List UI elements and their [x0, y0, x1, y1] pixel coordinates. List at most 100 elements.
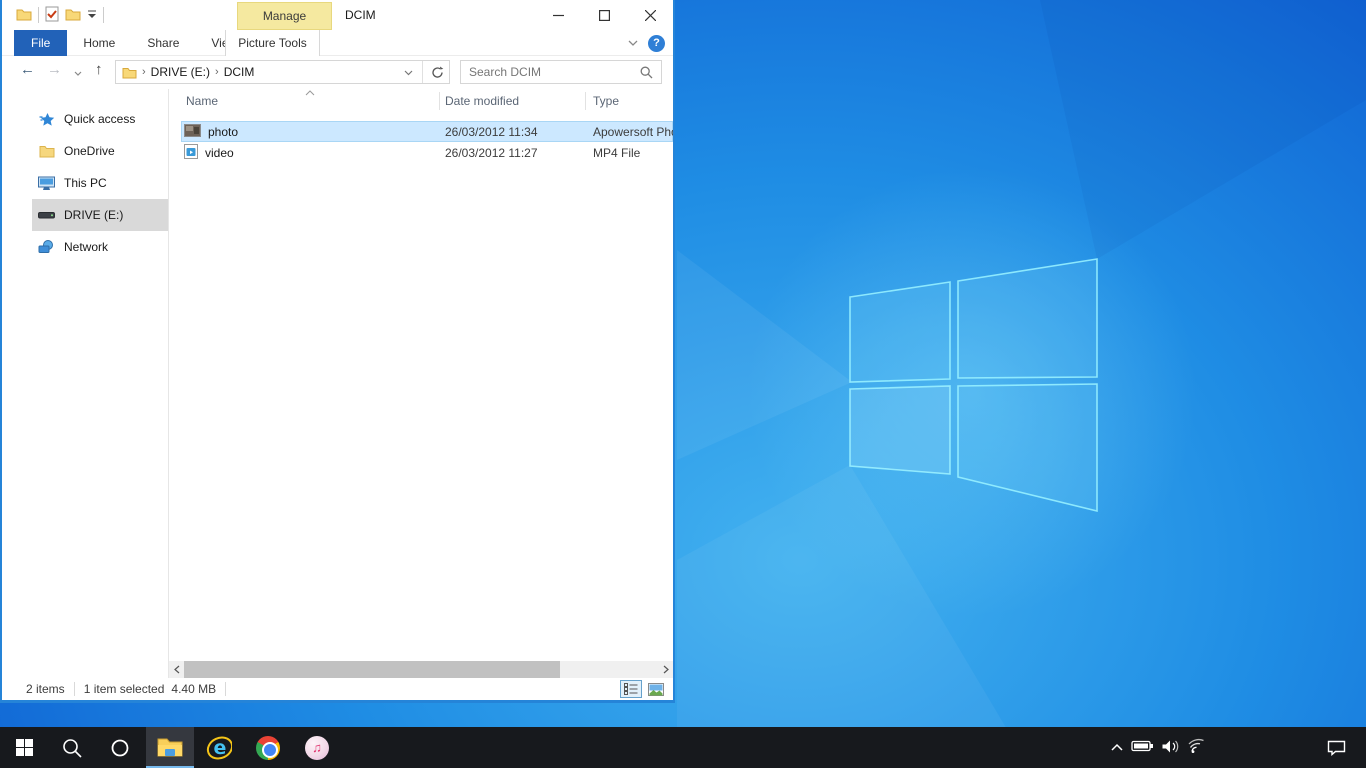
taskbar-search-button[interactable]: [48, 727, 96, 768]
refresh-button[interactable]: [426, 66, 449, 79]
sort-ascending-caret-icon: [305, 85, 315, 99]
navigation-pane: Quick access OneDrive This PC DRIVE (E:): [2, 89, 169, 678]
file-date-modified: 26/03/2012 11:27: [445, 146, 538, 160]
back-button[interactable]: ←: [20, 61, 35, 78]
scroll-left-arrow-icon[interactable]: [169, 661, 184, 678]
photo-thumbnail-icon: [184, 124, 201, 140]
sidebar-item-onedrive[interactable]: OneDrive: [32, 135, 168, 167]
status-bar: 2 items 1 item selected 4.40 MB: [2, 678, 673, 700]
tab-share[interactable]: Share: [131, 30, 195, 56]
video-file-icon: [184, 144, 198, 162]
horizontal-scrollbar[interactable]: [169, 661, 673, 678]
breadcrumb-segment-drive[interactable]: DRIVE (E:): [151, 65, 210, 79]
file-explorer-icon: [157, 737, 183, 758]
window-title: DCIM: [345, 8, 376, 22]
sidebar-item-network[interactable]: Network: [32, 231, 168, 263]
scrollbar-thumb[interactable]: [184, 661, 560, 678]
tab-file[interactable]: File: [14, 30, 67, 56]
details-view-button[interactable]: [620, 680, 642, 698]
forward-button[interactable]: →: [47, 61, 62, 78]
file-name: video: [205, 146, 234, 160]
quick-access-toolbar: [16, 0, 104, 30]
status-item-count: 2 items: [26, 682, 65, 696]
large-icons-view-button[interactable]: [645, 680, 667, 698]
search-icon: [62, 738, 82, 758]
file-row-video[interactable]: video 26/03/2012 11:27 MP4 File: [181, 142, 673, 163]
cortana-circle-icon: [111, 739, 129, 757]
address-dropdown-chevron-icon[interactable]: [398, 65, 419, 79]
search-input[interactable]: [461, 65, 640, 79]
sidebar-item-this-pc[interactable]: This PC: [32, 167, 168, 199]
file-list-pane: Name Date modified Type photo 26/03/2012…: [169, 89, 673, 678]
volume-icon[interactable]: [1161, 739, 1181, 757]
hidden-icons-chevron-icon[interactable]: [1110, 741, 1124, 755]
file-explorer-window: Manage DCIM File Home Share View Picture…: [0, 0, 675, 703]
this-pc-monitor-icon: [38, 176, 55, 191]
divider: [103, 7, 104, 23]
divider: [38, 7, 39, 23]
window-folder-icon: [16, 7, 32, 24]
tab-picture-tools[interactable]: Picture Tools: [225, 30, 320, 56]
caption-buttons: [535, 0, 673, 30]
internet-explorer-icon: e: [206, 735, 232, 761]
new-folder-button[interactable]: [65, 7, 81, 24]
tab-home[interactable]: Home: [67, 30, 131, 56]
start-button[interactable]: [0, 727, 48, 768]
breadcrumb-chevron: ›: [137, 66, 151, 78]
navigation-toolbar: ← → ↑ › DRIVE (E:) › DCIM: [2, 56, 673, 88]
divider: [422, 61, 423, 83]
column-header-type[interactable]: Type: [593, 94, 619, 108]
expand-ribbon-chevron-icon[interactable]: [628, 36, 638, 50]
help-icon[interactable]: ?: [648, 35, 665, 52]
file-type: Apowersoft Pho: [593, 125, 673, 139]
minimize-button[interactable]: [535, 0, 581, 30]
column-divider[interactable]: [585, 92, 586, 110]
taskbar-chrome-button[interactable]: [244, 727, 292, 768]
sidebar-item-drive-e[interactable]: DRIVE (E:): [32, 199, 168, 231]
recent-locations-chevron-icon[interactable]: [74, 64, 82, 81]
action-center-button[interactable]: [1316, 727, 1356, 768]
column-header-name[interactable]: Name: [186, 94, 218, 108]
file-name: photo: [208, 125, 238, 139]
battery-icon[interactable]: [1131, 739, 1154, 756]
column-divider[interactable]: [439, 92, 440, 110]
search-icon[interactable]: [640, 66, 653, 79]
onedrive-folder-icon: [38, 144, 55, 158]
contextual-tab-group-manage[interactable]: Manage: [237, 2, 332, 30]
cortana-button[interactable]: [96, 727, 144, 768]
up-button[interactable]: ↑: [95, 61, 103, 78]
svg-text:e: e: [214, 737, 227, 759]
customize-qat-dropdown-icon[interactable]: [87, 8, 97, 22]
sidebar-item-label: This PC: [64, 176, 107, 190]
address-bar[interactable]: › DRIVE (E:) › DCIM: [115, 60, 450, 84]
wifi-icon[interactable]: [1188, 738, 1207, 757]
breadcrumb-chevron: ›: [210, 66, 224, 78]
file-type: MP4 File: [593, 146, 673, 160]
itunes-icon: ♫: [305, 736, 329, 760]
title-bar[interactable]: Manage DCIM: [2, 0, 673, 30]
divider: [225, 682, 226, 696]
column-headers: Name Date modified Type: [169, 89, 673, 113]
action-center-icon: [1327, 740, 1346, 756]
divider: [74, 682, 75, 696]
file-row-photo[interactable]: photo 26/03/2012 11:34 Apowersoft Pho: [181, 121, 673, 142]
taskbar-internet-explorer-button[interactable]: e: [195, 727, 243, 768]
status-selection: 1 item selected: [84, 682, 165, 696]
scroll-right-arrow-icon[interactable]: [658, 661, 673, 678]
ribbon-tab-row: File Home Share View Picture Tools ?: [2, 30, 673, 56]
taskbar-itunes-button[interactable]: ♫: [293, 727, 341, 768]
close-button[interactable]: [627, 0, 673, 30]
sidebar-item-quick-access[interactable]: Quick access: [32, 103, 168, 135]
windows-start-icon: [16, 739, 33, 756]
taskbar-file-explorer-button[interactable]: [146, 727, 194, 768]
search-box[interactable]: [460, 60, 662, 84]
sidebar-item-label: OneDrive: [64, 144, 115, 158]
quick-access-star-icon: [38, 112, 55, 127]
file-date-modified: 26/03/2012 11:34: [445, 125, 538, 139]
chrome-icon: [256, 736, 280, 760]
column-header-date-modified[interactable]: Date modified: [445, 94, 519, 108]
system-tray: [1110, 727, 1207, 768]
properties-button[interactable]: [45, 6, 59, 25]
maximize-button[interactable]: [581, 0, 627, 30]
breadcrumb-segment-dcim[interactable]: DCIM: [224, 65, 255, 79]
